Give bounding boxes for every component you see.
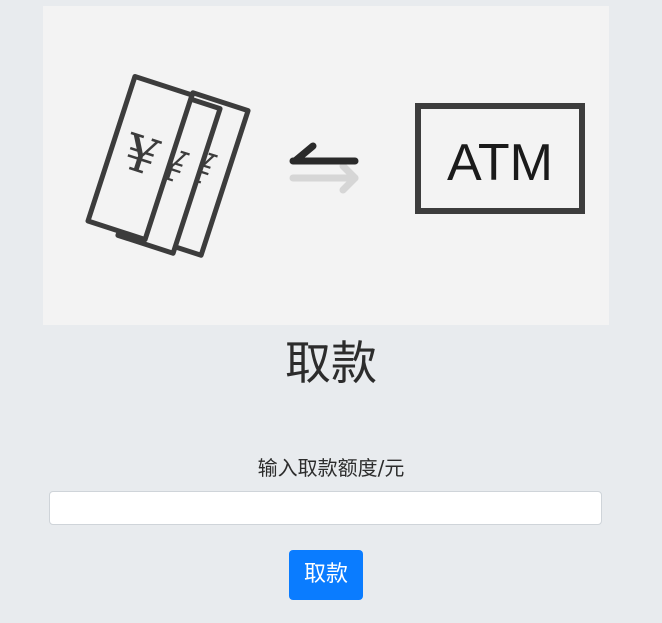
withdraw-button[interactable]: 取款 xyxy=(289,550,363,600)
amount-label: 输入取款额度/元 xyxy=(257,456,405,480)
arrow-left-icon xyxy=(289,142,359,165)
atm-label: ATM xyxy=(447,134,553,192)
exchange-arrows-icon xyxy=(289,142,359,194)
withdraw-banner: ¥ ¥ ¥ xyxy=(43,6,609,325)
page-title: 取款 xyxy=(285,336,377,390)
banknotes-icon: ¥ ¥ ¥ xyxy=(85,73,251,258)
withdraw-page: ¥ ¥ ¥ xyxy=(0,0,662,623)
amount-input[interactable] xyxy=(49,491,602,525)
atm-icon: ATM xyxy=(415,103,585,214)
arrow-right-icon xyxy=(289,162,359,194)
withdraw-illustration: ¥ ¥ ¥ xyxy=(85,73,585,258)
